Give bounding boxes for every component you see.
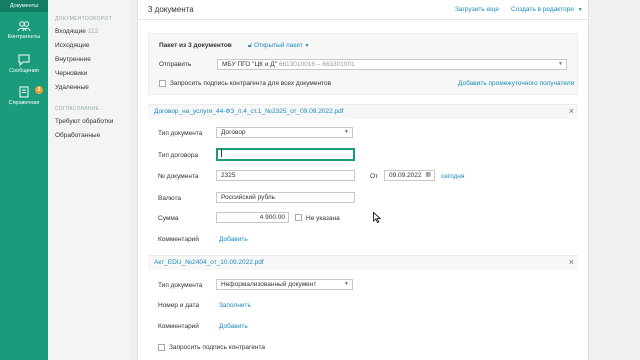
rail-item-contractors[interactable]: Контрагенты [0,20,48,40]
open-package-label: Открытый пакет [254,42,303,49]
add-comment-link[interactable]: Добавить [219,236,248,243]
doc-type-label: Тип документа [158,282,203,289]
doc-type-value: Договор [221,129,246,136]
date-input[interactable]: 09.09.2022 ▦ [384,170,435,181]
chevron-down-icon: ▼ [558,61,563,67]
section-heading: ДОКУМЕНТООБОРОТ [55,16,112,22]
chevron-down-icon: ▼ [304,43,310,49]
people-icon [17,21,31,32]
document-card: Договор_на_услуги_44-ФЗ_п.4_ст.1_№2325_о… [148,104,578,250]
recipient-select[interactable]: МБУ ПГО "ЦК и Д" 6613010016 – 663301001 … [217,59,567,70]
right-margin [589,0,640,360]
lock-open-icon: 🔓︎ [248,42,253,49]
number-date-label: Номер и дата [158,302,200,309]
request-signature-all-label: Запросить подпись контрагента для всех д… [170,80,332,87]
chat-icon [18,54,30,66]
from-label: От [370,173,379,180]
sum-input[interactable]: 4 900.00 [216,212,289,223]
add-intermediate-link[interactable]: Добавить промежуточного получателя [458,80,574,87]
currency-label: Валюта [158,195,181,202]
request-signature-checkbox[interactable] [158,344,165,351]
rail-item-label: Справочная [8,100,40,106]
comment-label: Комментарий [158,323,199,330]
send-label: Отправить [159,61,192,68]
top-bar: 3 документа Загрузить еще Создать в реда… [138,0,588,20]
sidebar-item-needs-processing[interactable]: Требуют обработки [55,118,113,125]
recipient-name: МБУ ПГО "ЦК и Д" [222,61,278,68]
notification-badge: 5 [35,86,43,94]
fill-link[interactable]: Заполнить [219,302,251,309]
rail-item-label: Документы [9,3,39,9]
rail-item-label: Сообщения [9,68,39,74]
currency-input[interactable]: Российский рубль [216,192,355,203]
sidebar-item-processed[interactable]: Обработанные [55,132,100,139]
add-comment-link[interactable]: Добавить [219,323,248,330]
request-signature-label: Запросить подпись контрагента [169,344,265,351]
document-filename-link[interactable]: Договор_на_услуги_44-ФЗ_п.4_ст.1_№2325_о… [154,108,344,115]
sidebar-item-internal[interactable]: Внутренние [55,56,91,63]
document-card: Акт_EDU_№2404_от_10.09.2022.pdf × Тип до… [148,255,578,360]
page-title: 3 документа [148,5,194,14]
sidebar-item-incoming[interactable]: Входящие 112 [55,28,98,35]
sum-not-specified-label: Не указана [306,215,340,222]
open-package-dropdown[interactable]: 🔓︎ Открытый пакет ▼ [248,42,309,50]
comment-label: Комментарий [158,236,199,243]
nav-rail: Документы Контрагенты Сообщения 5 Справо… [0,0,48,360]
text-caret [221,149,222,158]
rail-item-messages[interactable]: Сообщения [0,54,48,74]
recipient-ids: 6613010016 – 663301001 [278,61,355,68]
incoming-count: 112 [87,28,99,35]
upload-more-link[interactable]: Загрузить еще [455,6,499,13]
doc-type-select[interactable]: Договор ▼ [216,127,353,138]
close-icon[interactable]: × [569,106,574,116]
contract-type-label: Тип договора [158,152,199,159]
today-link[interactable]: сегодня [441,173,464,180]
sum-label: Сумма [158,215,179,222]
close-icon[interactable]: × [569,257,574,267]
sidebar-item-outgoing[interactable]: Исходящие [55,42,89,49]
date-value: 09.09.2022 [389,172,422,179]
package-title: Пакет из 3 документов [159,42,232,49]
calendar-icon[interactable]: ▦ [425,171,431,180]
mouse-pointer-icon [373,212,381,223]
main-panel: 3 документа Загрузить еще Создать в реда… [137,0,589,360]
doc-number-input[interactable]: 2325 [216,170,355,181]
chevron-down-icon: ▼ [344,129,349,135]
sum-not-specified-checkbox[interactable] [295,214,302,221]
folder-sidebar: ДОКУМЕНТООБОРОТ Входящие 112 Исходящие Вн… [48,0,130,360]
doc-type-select[interactable]: Неформализованный документ ▼ [216,279,353,290]
document-header: Акт_EDU_№2404_от_10.09.2022.pdf × [148,256,578,270]
package-panel: Пакет из 3 документов 🔓︎ Открытый пакет … [148,33,578,95]
sidebar-item-drafts[interactable]: Черновики [55,70,87,77]
doc-type-label: Тип документа [158,130,203,137]
request-signature-all-checkbox[interactable] [159,80,166,87]
book-icon [19,86,29,98]
doc-number-label: № документа [158,173,199,180]
document-filename-link[interactable]: Акт_EDU_№2404_от_10.09.2022.pdf [154,259,264,266]
rail-item-reference[interactable]: 5 Справочная [0,86,48,106]
sidebar-item-deleted[interactable]: Удаленные [55,84,89,91]
create-in-editor-label: Создать в редакторе [511,6,574,13]
document-header: Договор_на_услуги_44-ФЗ_п.4_ст.1_№2325_о… [148,105,578,119]
doc-type-value: Неформализованный документ [221,281,317,288]
chevron-down-icon: ▼ [344,281,349,287]
sidebar-item-label: Входящие [55,28,86,35]
contract-type-input[interactable] [216,148,355,161]
section-heading: СОГЛАСОВАНИЕ [55,106,100,112]
chevron-down-icon: ▼ [577,7,583,13]
rail-item-documents[interactable]: Документы [0,0,48,12]
rail-item-label: Контрагенты [7,34,41,40]
create-in-editor-link[interactable]: Создать в редакторе ▼ [511,6,583,13]
